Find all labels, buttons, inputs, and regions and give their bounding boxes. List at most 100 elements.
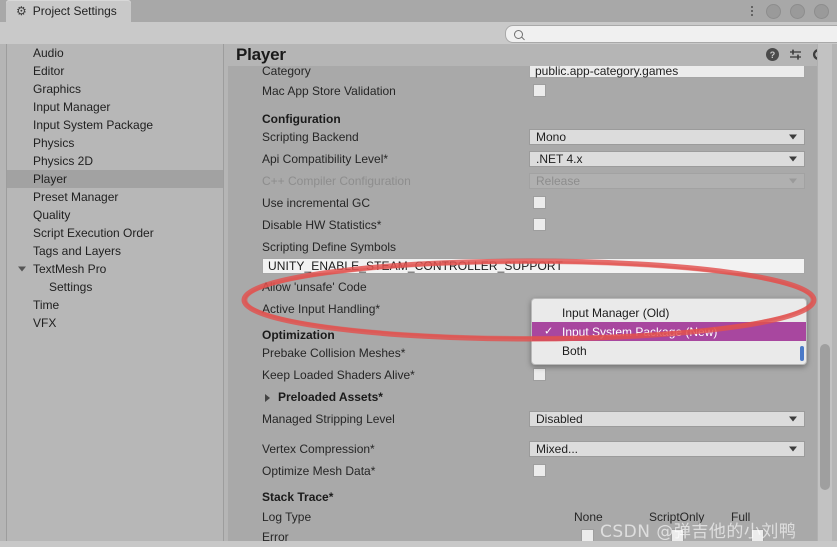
dropdown-option-label: Both bbox=[562, 343, 587, 358]
search-input[interactable] bbox=[528, 28, 836, 40]
mac-validation-checkbox[interactable] bbox=[533, 84, 546, 97]
allow-unsafe-code-label: Allow 'unsafe' Code bbox=[262, 280, 367, 294]
settings-sidebar[interactable]: Audio Editor Graphics Input Manager Inpu… bbox=[6, 44, 224, 542]
settings-content: Category public.app-category.games Mac A… bbox=[228, 66, 817, 541]
scripting-backend-label: Scripting Backend bbox=[262, 130, 359, 144]
prebake-collision-meshes-label: Prebake Collision Meshes* bbox=[262, 346, 406, 360]
incremental-gc-checkbox[interactable] bbox=[533, 196, 546, 209]
active-input-handling-label: Active Input Handling* bbox=[262, 302, 381, 316]
sidebar-item-physics-2d[interactable]: Physics 2D bbox=[7, 152, 223, 170]
cpp-compiler-label: C++ Compiler Configuration bbox=[262, 174, 411, 188]
row-managed-stripping-level: Managed Stripping Level Disabled bbox=[228, 410, 817, 429]
vertex-compression-value: Mixed... bbox=[536, 442, 579, 456]
row-keep-loaded-shaders-alive: Keep Loaded Shaders Alive* bbox=[228, 366, 817, 385]
category-label: Category bbox=[262, 66, 311, 78]
check-icon: ✓ bbox=[544, 325, 554, 337]
sidebar-item-label: VFX bbox=[33, 316, 57, 330]
mac-validation-label: Mac App Store Validation bbox=[262, 84, 396, 98]
sidebar-item-physics[interactable]: Physics bbox=[7, 134, 223, 152]
row-allow-unsafe-code: Allow 'unsafe' Code bbox=[228, 278, 817, 297]
disable-hw-statistics-checkbox[interactable] bbox=[533, 218, 546, 231]
scripting-define-symbols-input[interactable]: UNITY_ENABLE_STEAM_CONTROLLER_SUPPORT bbox=[262, 258, 805, 274]
optimize-mesh-data-checkbox[interactable] bbox=[533, 464, 546, 477]
active-input-handling-dropdown-menu[interactable]: Input Manager (Old) ✓ Input System Packa… bbox=[531, 298, 807, 365]
section-configuration: Configuration bbox=[228, 110, 817, 129]
sidebar-item-settings[interactable]: Settings bbox=[7, 278, 223, 296]
dropdown-option-label: Input Manager (Old) bbox=[562, 305, 670, 320]
scripting-backend-value: Mono bbox=[536, 130, 567, 144]
kebab-menu-icon[interactable] bbox=[747, 6, 757, 16]
sidebar-item-input-manager[interactable]: Input Manager bbox=[7, 98, 223, 116]
row-disable-hw-statistics: Disable HW Statistics* bbox=[228, 216, 817, 235]
sidebar-item-editor[interactable]: Editor bbox=[7, 62, 223, 80]
chevron-right-icon[interactable] bbox=[265, 394, 270, 402]
sidebar-item-vfx[interactable]: VFX bbox=[7, 314, 223, 332]
sidebar-item-label: Preset Manager bbox=[33, 190, 119, 204]
keep-loaded-shaders-alive-checkbox[interactable] bbox=[533, 368, 546, 381]
sidebar-item-script-execution-order[interactable]: Script Execution Order bbox=[7, 224, 223, 242]
tab-project-settings[interactable]: ⚙ Project Settings bbox=[6, 0, 131, 22]
sidebar-item-label: Editor bbox=[33, 64, 65, 78]
configuration-header: Configuration bbox=[262, 112, 341, 126]
sidebar-item-quality[interactable]: Quality bbox=[7, 206, 223, 224]
panel-header: Player ? bbox=[228, 44, 831, 66]
dropdown-option-input-system-package-new[interactable]: ✓ Input System Package (New) bbox=[532, 322, 806, 361]
chevron-down-icon bbox=[789, 156, 797, 162]
sidebar-item-label: Audio bbox=[33, 46, 64, 60]
sidebar-item-graphics[interactable]: Graphics bbox=[7, 80, 223, 98]
sidebar-item-input-system-package[interactable]: Input System Package bbox=[7, 116, 223, 134]
minimize-button[interactable] bbox=[766, 3, 781, 19]
dropdown-option-input-manager-old[interactable]: Input Manager (Old) bbox=[532, 303, 806, 322]
search-icon bbox=[514, 29, 523, 39]
sidebar-item-label: Input Manager bbox=[33, 100, 111, 114]
vertex-compression-label: Vertex Compression* bbox=[262, 442, 375, 456]
page-title: Player bbox=[236, 45, 286, 64]
managed-stripping-level-label: Managed Stripping Level bbox=[262, 412, 395, 426]
maximize-button[interactable] bbox=[790, 3, 805, 19]
api-compatibility-label: Api Compatibility Level* bbox=[262, 152, 389, 166]
row-optimize-mesh-data: Optimize Mesh Data* bbox=[228, 462, 817, 481]
sidebar-item-label: Input System Package bbox=[33, 118, 154, 132]
scripting-backend-dropdown[interactable]: Mono bbox=[529, 129, 805, 145]
sidebar-item-label: TextMesh Pro bbox=[33, 262, 107, 276]
category-field[interactable]: public.app-category.games bbox=[529, 66, 805, 78]
close-button[interactable] bbox=[814, 3, 829, 19]
managed-stripping-level-dropdown[interactable]: Disabled bbox=[529, 411, 805, 427]
vertical-scrollbar[interactable] bbox=[817, 44, 832, 541]
api-compatibility-dropdown[interactable]: .NET 4.x bbox=[529, 151, 805, 167]
dropdown-option-both[interactable]: Both bbox=[532, 341, 806, 360]
gear-icon: ⚙ bbox=[16, 4, 27, 18]
keep-loaded-shaders-alive-label: Keep Loaded Shaders Alive* bbox=[262, 368, 415, 382]
sidebar-item-time[interactable]: Time bbox=[7, 296, 223, 314]
row-use-incremental-gc: Use incremental GC bbox=[228, 194, 817, 213]
sidebar-item-label: Graphics bbox=[33, 82, 82, 96]
sidebar-item-audio[interactable]: Audio bbox=[7, 44, 223, 62]
scrollbar-thumb[interactable] bbox=[820, 344, 830, 490]
vertex-compression-dropdown[interactable]: Mixed... bbox=[529, 441, 805, 457]
error-none-checkbox[interactable] bbox=[581, 529, 594, 541]
preloaded-assets-label: Preloaded Assets* bbox=[278, 390, 383, 404]
chevron-down-icon[interactable] bbox=[18, 266, 26, 272]
optimization-header: Optimization bbox=[262, 328, 335, 342]
sidebar-item-preset-manager[interactable]: Preset Manager bbox=[7, 188, 223, 206]
search-box[interactable] bbox=[505, 25, 837, 43]
sidebar-item-tags-and-layers[interactable]: Tags and Layers bbox=[7, 242, 223, 260]
optimize-mesh-data-label: Optimize Mesh Data* bbox=[262, 464, 376, 478]
window-controls bbox=[747, 0, 829, 22]
sidebar-item-label: Quality bbox=[33, 208, 71, 222]
cpp-compiler-dropdown: Release bbox=[529, 173, 805, 189]
row-scripting-define-symbols: Scripting Define Symbols bbox=[228, 238, 817, 257]
section-stack-trace: Stack Trace* bbox=[228, 488, 817, 507]
scripting-define-symbols-label: Scripting Define Symbols bbox=[262, 240, 397, 254]
help-icon[interactable]: ? bbox=[766, 48, 779, 61]
sidebar-item-label: Settings bbox=[49, 280, 93, 294]
row-scripting-backend: Scripting Backend Mono bbox=[228, 128, 817, 147]
row-preloaded-assets[interactable]: Preloaded Assets* bbox=[228, 388, 817, 407]
api-compatibility-value: .NET 4.x bbox=[536, 152, 583, 166]
cpp-compiler-value: Release bbox=[536, 174, 581, 188]
preset-icon[interactable] bbox=[789, 48, 802, 61]
sidebar-item-textmesh-pro[interactable]: TextMesh Pro bbox=[7, 260, 223, 278]
sidebar-item-player[interactable]: Player bbox=[7, 170, 223, 188]
row-vertex-compression: Vertex Compression* Mixed... bbox=[228, 440, 817, 459]
project-settings-window: ⚙ Project Settings Audio Editor Graphics… bbox=[0, 0, 837, 547]
